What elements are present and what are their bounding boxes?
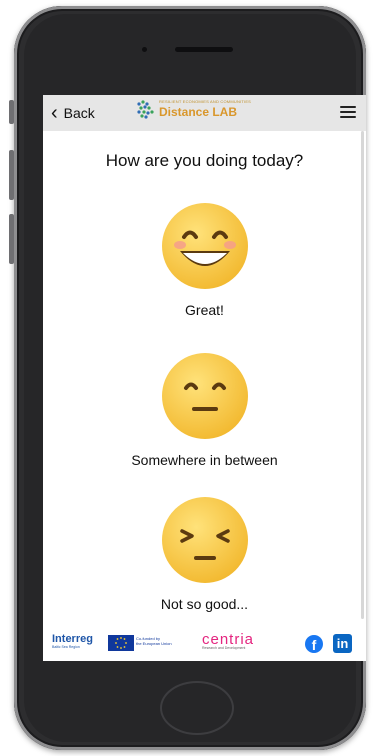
back-label: Back	[63, 105, 95, 121]
volume-down-button	[9, 214, 14, 264]
neutral-face-icon	[161, 353, 248, 439]
linkedin-icon[interactable]: in	[333, 634, 352, 653]
option-label-not-good: Not so good...	[160, 596, 249, 612]
footer: Interreg Baltic Sea Region Co-funded by …	[43, 631, 366, 661]
chevron-left-icon: ‹	[51, 102, 58, 124]
mood-option-great[interactable]: Great!	[43, 201, 366, 318]
distance-lab-logo: RESILIENT ECONOMIES AND COMMUNITIES Dist…	[135, 99, 251, 119]
logo-dots-icon	[137, 100, 154, 119]
eu-flag-icon	[108, 635, 134, 651]
centria-logo: centria Research and Development	[202, 631, 255, 650]
home-button[interactable]	[160, 681, 234, 735]
front-camera	[142, 47, 147, 52]
option-label-in-between: Somewhere in between	[131, 452, 278, 468]
back-button[interactable]: ‹ Back	[51, 95, 95, 131]
earpiece-speaker	[175, 47, 233, 52]
hamburger-menu-icon[interactable]	[340, 106, 356, 119]
logo-tagline: RESILIENT ECONOMIES AND COMMUNITIES	[159, 99, 252, 104]
logo-title: Distance LAB	[159, 105, 238, 119]
mute-switch	[9, 100, 14, 124]
facebook-icon[interactable]: f	[305, 635, 323, 653]
app-header: ‹ Back RESILIENT ECONOMIES AND COMMUNITI…	[43, 95, 366, 131]
interreg-logo: Interreg Baltic Sea Region	[52, 633, 93, 649]
volume-up-button	[9, 150, 14, 200]
grinning-face-icon	[161, 203, 248, 289]
option-label-great: Great!	[185, 302, 224, 318]
eu-cofunded-text: Co-funded by the European Union	[136, 636, 172, 646]
sad-face-icon	[161, 497, 248, 583]
page-question: How are you doing today?	[105, 151, 304, 170]
scrollbar[interactable]	[361, 131, 364, 619]
mood-option-not-good[interactable]: Not so good...	[43, 495, 366, 612]
mood-option-in-between[interactable]: Somewhere in between	[43, 351, 366, 468]
app-screen: ‹ Back RESILIENT ECONOMIES AND COMMUNITI…	[43, 95, 366, 661]
